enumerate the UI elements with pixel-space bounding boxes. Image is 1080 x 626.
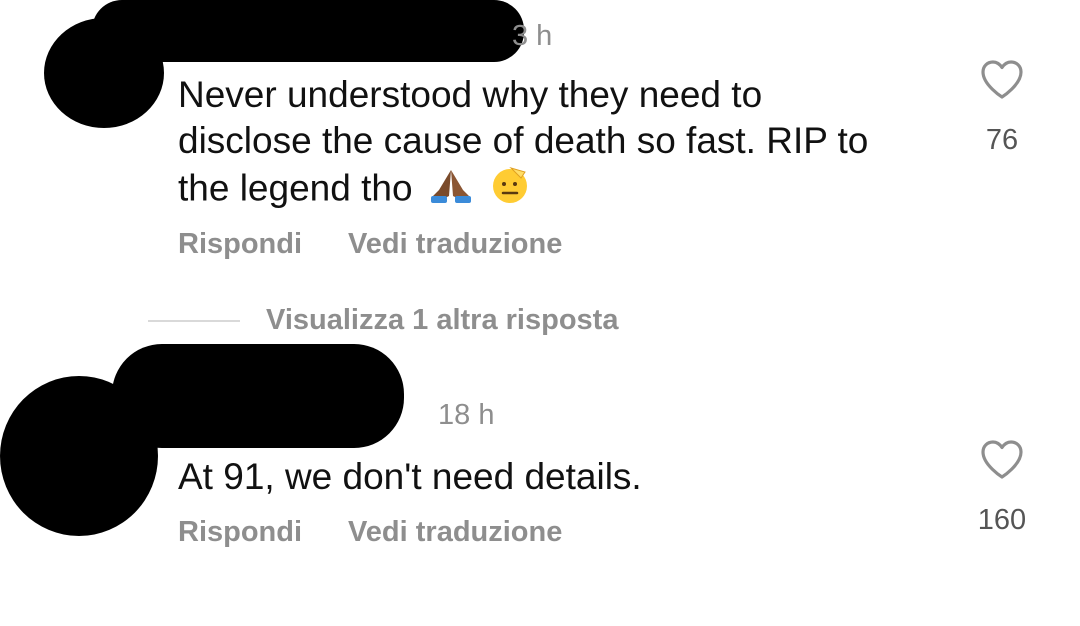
comment-text-line: disclose the cause of death so fast. RIP… [178,120,869,161]
folded-hands-icon [429,166,473,215]
redacted-username [112,344,404,448]
translate-button[interactable]: Vedi traduzione [348,516,562,549]
comment-timestamp: 18 h [438,399,495,431]
comment-text: Never understood why they need to disclo… [178,72,868,217]
comment-text-line: Never understood why they need to [178,74,763,115]
reply-thread-divider [148,319,240,322]
comment-text: At 91, we don't need details. [178,454,642,500]
like-count: 160 [977,504,1027,536]
reply-button[interactable]: Rispondi [178,228,302,261]
heart-icon [981,60,1023,99]
comment-actions: Rispondi Vedi traduzione [178,228,562,261]
comment-2: 18 h At 91, we don't need details. Rispo… [0,340,1080,626]
like-button[interactable]: 160 [967,438,1037,537]
redacted-username [92,0,524,62]
saluting-face-icon [489,164,531,217]
comment-text-line-with-emoji: the legend tho [178,164,868,217]
translate-button[interactable]: Vedi traduzione [348,228,562,261]
comment-timestamp: 3 h [512,20,553,52]
view-more-replies[interactable]: Visualizza 1 altra risposta [148,304,618,337]
comment-text-line: the legend tho [178,167,413,209]
comment-actions: Rispondi Vedi traduzione [178,516,562,549]
comment-text-line: At 91, we don't need details. [178,456,642,497]
like-button[interactable]: 76 [967,58,1037,157]
heart-icon [981,440,1023,479]
comment-1: 3 h Never understood why they need to di… [0,0,1080,290]
like-count: 76 [985,124,1019,156]
reply-button[interactable]: Rispondi [178,516,302,549]
view-more-replies-label: Visualizza 1 altra risposta [266,304,619,336]
